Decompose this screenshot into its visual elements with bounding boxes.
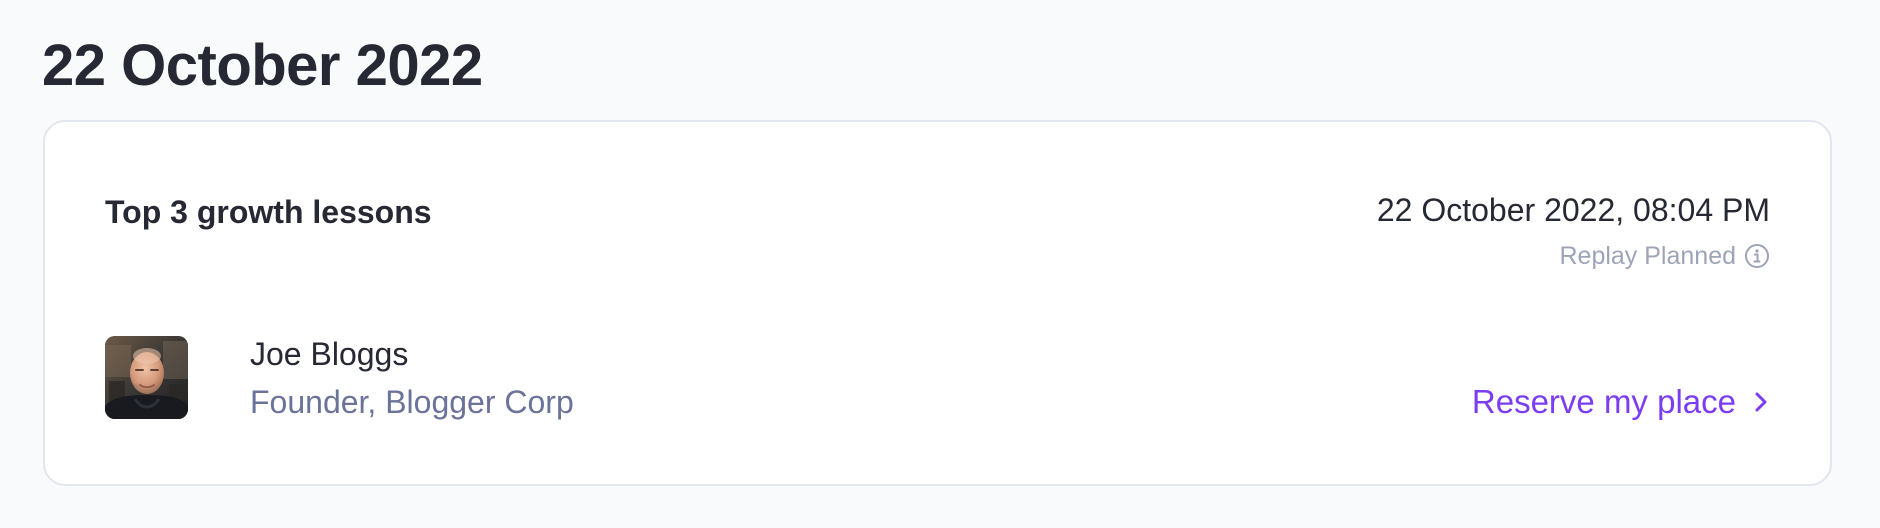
speaker-role: Founder, Blogger Corp: [250, 384, 574, 420]
event-card: Top 3 growth lessons 22 October 2022, 08…: [43, 120, 1832, 486]
replay-status-label: Replay Planned: [1559, 242, 1736, 270]
event-datetime: 22 October 2022, 08:04 PM: [1376, 192, 1770, 228]
reserve-place-link[interactable]: Reserve my place: [1472, 382, 1772, 422]
reserve-place-label: Reserve my place: [1471, 383, 1736, 420]
replay-status: Replay Planned: [1559, 240, 1770, 272]
page-title: 22 October 2022: [42, 33, 483, 98]
chevron-right-icon: [1750, 389, 1772, 415]
info-icon[interactable]: [1744, 243, 1770, 269]
speaker-name: Joe Bloggs: [250, 336, 409, 372]
speaker-avatar: [105, 336, 188, 419]
event-title: Top 3 growth lessons: [105, 194, 432, 230]
